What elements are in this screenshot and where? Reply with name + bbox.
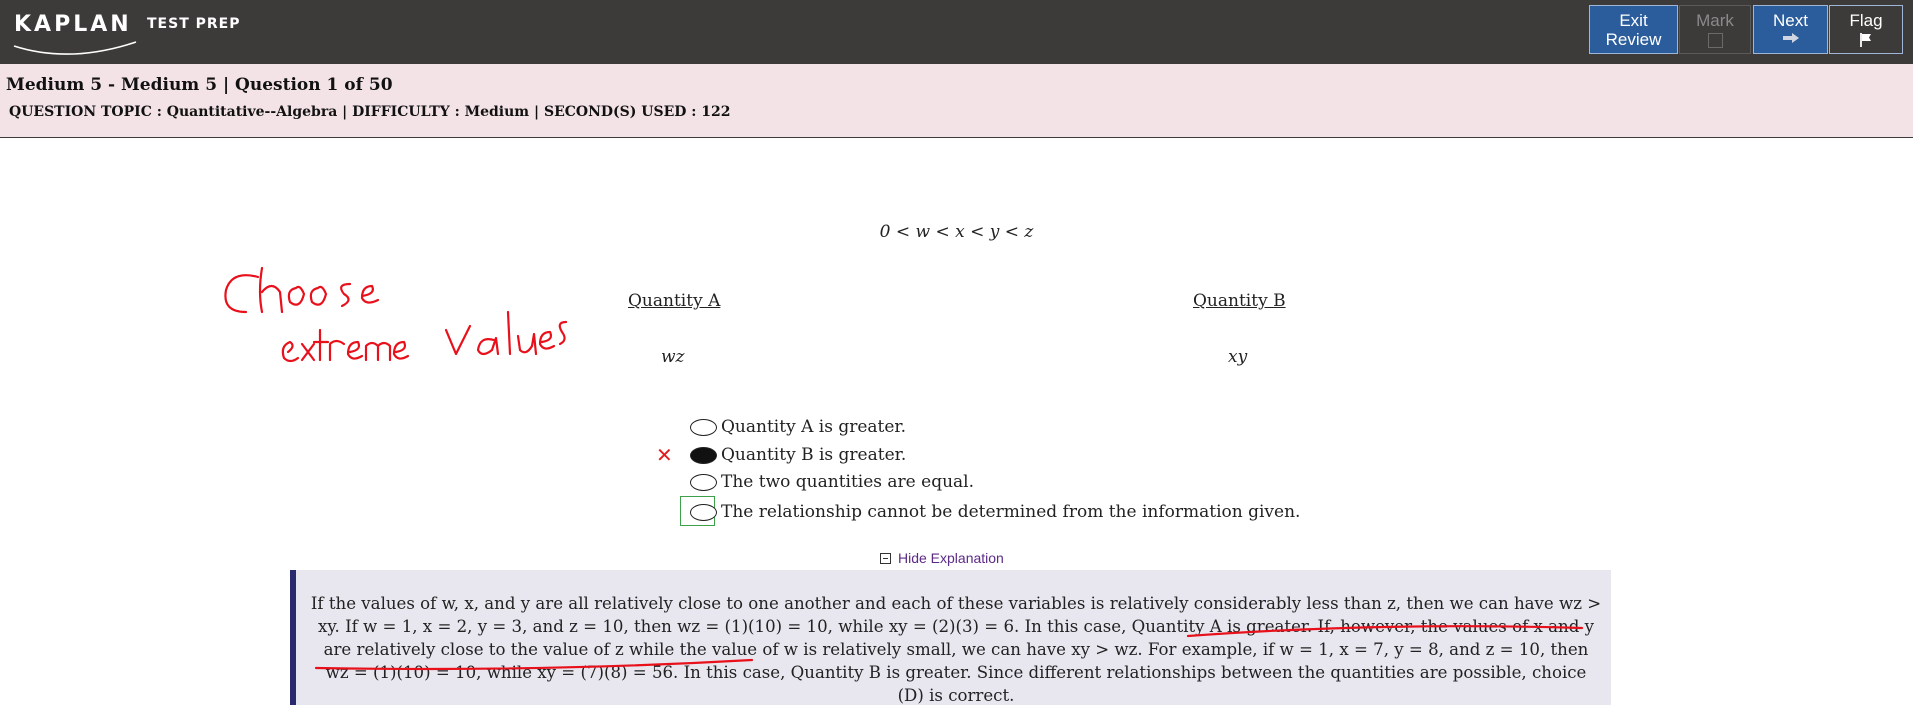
next-label: Next bbox=[1773, 11, 1808, 30]
radio-button-selected[interactable] bbox=[690, 447, 717, 464]
explanation-text: If the values of w, x, and y are all rel… bbox=[310, 594, 1602, 705]
flag-icon bbox=[1860, 33, 1871, 47]
exit-label-line2: Review bbox=[1605, 30, 1662, 49]
radio-button[interactable] bbox=[690, 474, 717, 491]
quantity-b-heading: Quantity B bbox=[1193, 291, 1286, 311]
radio-button[interactable] bbox=[690, 419, 717, 436]
exit-review-button[interactable]: Exit Review bbox=[1589, 5, 1678, 54]
choice-label: Quantity A is greater. bbox=[721, 417, 907, 437]
flag-button[interactable]: Flag bbox=[1829, 5, 1903, 54]
quantity-b-value: xy bbox=[1228, 347, 1248, 367]
logo-swoosh-icon bbox=[13, 41, 137, 55]
choice-label: The relationship cannot be determined fr… bbox=[721, 502, 1301, 522]
arrow-right-icon bbox=[1782, 33, 1799, 43]
hide-explanation-label: Hide Explanation bbox=[898, 550, 1004, 566]
radio-button[interactable] bbox=[690, 504, 717, 521]
exit-label-line1: Exit bbox=[1619, 11, 1648, 30]
mark-label: Mark bbox=[1696, 11, 1734, 30]
logo-sub-text: TEST PREP bbox=[147, 16, 241, 32]
quantity-a-value: wz bbox=[661, 347, 685, 367]
question-title: Medium 5 - Medium 5 | Question 1 of 50 bbox=[6, 75, 393, 95]
incorrect-x-icon: ✕ bbox=[656, 443, 673, 467]
choice-label: The two quantities are equal. bbox=[721, 472, 975, 492]
mark-checkbox-icon bbox=[1707, 33, 1723, 48]
choice-label: Quantity B is greater. bbox=[721, 445, 907, 465]
mark-button[interactable]: Mark bbox=[1679, 5, 1751, 54]
stem-text: 0 < w < x < y < z bbox=[879, 222, 1034, 242]
hide-explanation-toggle[interactable]: Hide Explanation bbox=[880, 550, 1004, 566]
next-button[interactable]: Next bbox=[1753, 5, 1828, 54]
question-stem: 0 < w < x < y < z bbox=[0, 222, 1913, 242]
question-meta: QUESTION TOPIC : Quantitative--Algebra |… bbox=[9, 104, 731, 120]
collapse-minus-icon bbox=[880, 553, 891, 564]
flag-label: Flag bbox=[1849, 11, 1883, 30]
top-bar: KAPLAN TEST PREP Exit Review Mark Next F… bbox=[0, 0, 1913, 64]
explanation-panel: If the values of w, x, and y are all rel… bbox=[290, 570, 1611, 705]
quantity-a-heading: Quantity A bbox=[628, 291, 721, 311]
question-info-band: Medium 5 - Medium 5 | Question 1 of 50 Q… bbox=[0, 64, 1913, 138]
